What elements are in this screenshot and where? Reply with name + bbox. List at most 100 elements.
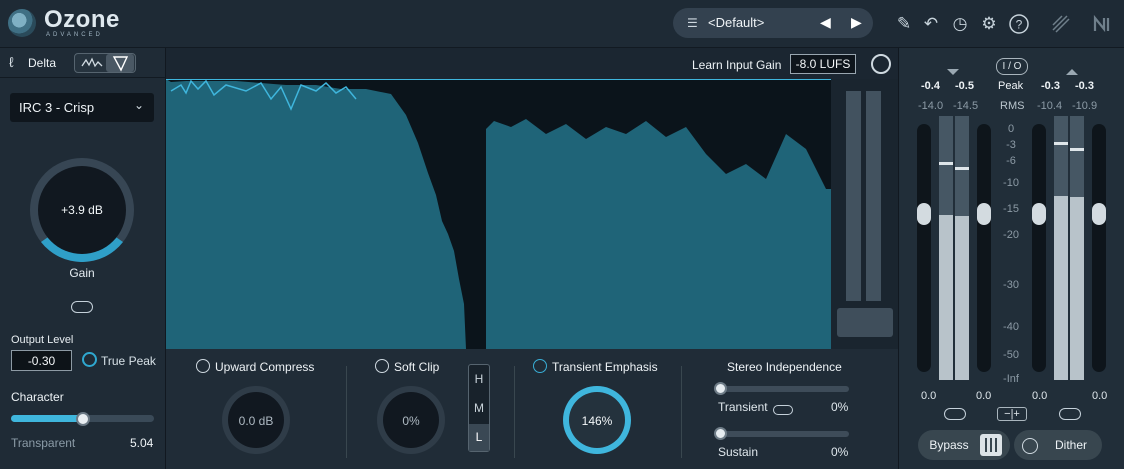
scale-zoom-icon[interactable]: −|+ [997, 407, 1027, 421]
soft-clip-power-icon[interactable] [375, 359, 389, 373]
delta-button[interactable]: Delta [28, 56, 56, 70]
scale-tick: -40 [1003, 321, 1019, 333]
io-button[interactable]: I / O [996, 58, 1028, 75]
gain-reduction-bar-left [846, 91, 861, 301]
divider [514, 366, 515, 458]
undo-icon[interactable]: ↶ [920, 13, 942, 35]
input-meter-left-peak [939, 162, 953, 165]
input-peak-left: -0.4 [921, 80, 940, 92]
character-label: Character [11, 390, 64, 404]
stereo-transient-slider[interactable] [717, 386, 849, 392]
stereo-sustain-thumb[interactable] [714, 427, 727, 440]
peak-label: Peak [998, 80, 1024, 92]
input-gain-left-value[interactable]: 0.0 [921, 390, 936, 402]
input-rms-left: -14.0 [918, 100, 944, 112]
output-rms-right: -10.9 [1072, 100, 1098, 112]
spectrum-graph [166, 78, 831, 349]
divider [346, 366, 347, 458]
stereo-sustain-value: 0% [831, 445, 849, 459]
input-gain-knob-left[interactable] [917, 203, 931, 225]
link-icon[interactable] [71, 301, 93, 313]
ear-icon[interactable]: ℓ [9, 54, 14, 70]
transient-emphasis-value: 146% [581, 414, 613, 428]
input-gain-knob-right[interactable] [977, 203, 991, 225]
gain-value[interactable]: +3.9 dB [38, 203, 126, 217]
help-icon[interactable]: ? [1008, 13, 1030, 35]
preset-next-icon[interactable]: ▶ [851, 14, 862, 31]
transient-emphasis-power-icon[interactable] [533, 359, 547, 373]
scale-tick: -6 [1006, 155, 1016, 167]
waveform-view-icon[interactable] [80, 56, 104, 70]
preset-selector[interactable] [673, 8, 873, 38]
output-level-label: Output Level [11, 334, 74, 346]
input-gain-slider-right[interactable] [977, 124, 991, 372]
input-link-icon[interactable] [944, 408, 966, 420]
hml-m-button[interactable]: M [469, 395, 489, 422]
bypass-label: Bypass [929, 438, 969, 452]
scale-tick: -3 [1006, 139, 1016, 151]
spectrum-header [166, 48, 898, 79]
hml-l-button[interactable]: L [469, 424, 489, 451]
scale-tick: -20 [1003, 229, 1019, 241]
scale-tick: -50 [1003, 349, 1019, 361]
output-meter-right-peak [1070, 148, 1084, 151]
learn-input-gain-value[interactable]: -8.0 LUFS [790, 57, 856, 71]
output-meter-right-fill [1070, 197, 1084, 380]
scale-tick: -15 [1003, 203, 1019, 215]
scale-tick: -10 [1003, 177, 1019, 189]
ni-logo-icon[interactable] [1092, 13, 1114, 35]
soft-clip-value: 0% [402, 414, 420, 428]
scale-tick: -Inf [1003, 373, 1019, 385]
input-peak-right: -0.5 [955, 80, 974, 92]
soft-clip-title: Soft Clip [394, 360, 440, 374]
dither-label: Dither [1054, 438, 1087, 452]
learn-refresh-icon[interactable] [871, 54, 891, 74]
pencil-icon[interactable]: ✎ [893, 13, 915, 35]
true-peak-toggle[interactable] [82, 352, 97, 367]
stereo-transient-thumb[interactable] [714, 382, 727, 395]
character-left-label: Transparent [11, 436, 76, 450]
output-gain-left-value[interactable]: 0.0 [1032, 390, 1047, 402]
output-gain-slider-right[interactable] [1092, 124, 1106, 372]
output-level-value[interactable]: -0.30 [11, 354, 72, 368]
meter-button[interactable] [837, 308, 893, 337]
chevron-down-icon[interactable]: ⌄ [134, 98, 144, 112]
output-gain-slider-left[interactable] [1032, 124, 1046, 372]
character-slider-thumb[interactable] [76, 412, 90, 426]
input-gain-right-value[interactable]: 0.0 [976, 390, 991, 402]
compare-icon[interactable] [980, 434, 1002, 456]
output-rms-left: -10.4 [1037, 100, 1063, 112]
scale-tick: -30 [1003, 279, 1019, 291]
rms-label: RMS [1000, 100, 1025, 112]
input-rms-right: -14.5 [953, 100, 979, 112]
preset-prev-icon[interactable]: ◀ [820, 14, 831, 31]
history-icon[interactable]: ◷ [949, 13, 971, 35]
gain-label: Gain [69, 266, 95, 280]
mode-select-value: IRC 3 - Crisp [19, 100, 95, 115]
upward-compress-power-icon[interactable] [196, 359, 210, 373]
filter-view-icon[interactable] [106, 54, 134, 72]
gain-reduction-bar-right [866, 91, 881, 301]
preset-name[interactable]: <Default> [708, 15, 764, 30]
preset-list-icon[interactable]: ☰ [687, 16, 698, 30]
output-meter-left-fill [1054, 196, 1068, 380]
svg-text:?: ? [1016, 18, 1023, 32]
link-icon[interactable] [773, 405, 793, 415]
character-value[interactable]: 5.04 [130, 436, 153, 450]
input-gain-slider-left[interactable] [917, 124, 931, 372]
stereo-sustain-slider[interactable] [717, 431, 849, 437]
app-edition: ADVANCED [46, 32, 103, 38]
output-gain-knob-right[interactable] [1092, 203, 1106, 225]
stereo-transient-label: Transient [718, 400, 768, 414]
gear-icon[interactable]: ⚙ [978, 13, 1000, 35]
izotope-logo-icon[interactable] [1050, 13, 1072, 35]
hml-h-button[interactable]: H [469, 366, 489, 393]
dither-power-icon[interactable] [1022, 438, 1038, 454]
output-gain-right-value[interactable]: 0.0 [1092, 390, 1107, 402]
output-link-icon[interactable] [1059, 408, 1081, 420]
divider [681, 366, 682, 458]
input-meter-right-fill [955, 216, 969, 380]
output-meter-left-peak [1054, 142, 1068, 145]
transient-emphasis-title: Transient Emphasis [552, 360, 658, 374]
output-gain-knob-left[interactable] [1032, 203, 1046, 225]
